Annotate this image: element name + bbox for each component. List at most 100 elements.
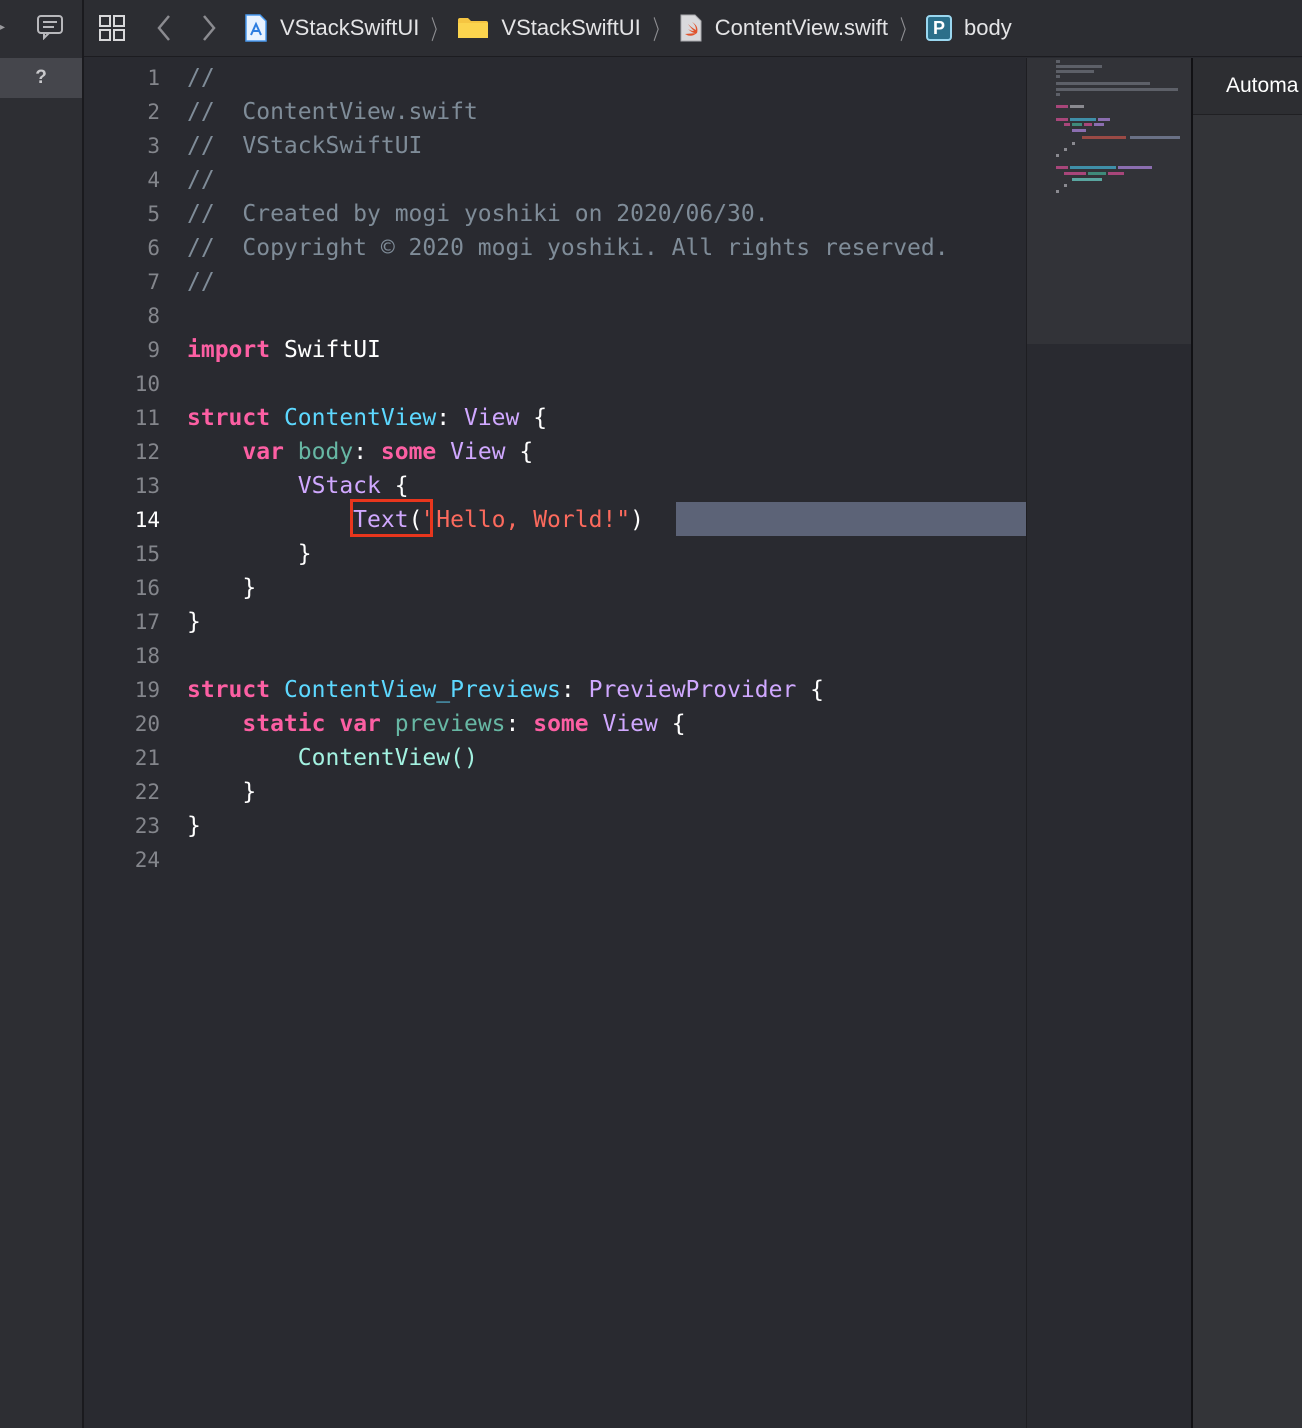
swift-file-icon [679,14,703,42]
comment-icon[interactable] [36,14,64,45]
breadcrumb-label: body [964,15,1012,40]
code-line-21: ContentView() [187,738,1027,772]
keyword: var [339,711,381,737]
initializer-call: ContentView() [297,745,478,771]
type-reference: View [463,405,520,431]
line-number: 7 [147,270,160,294]
line-number: 3 [147,134,160,158]
minimap-line [1072,123,1082,126]
comment-text: // ContentView.swift [187,99,478,125]
breadcrumb-separator: 〉 [899,14,915,45]
line-number-gutter: 1 2 3 4 5 6 7 8 9 10 11 12 13 14 15 16 17 18 19 20 21 22 23 24 [84,58,168,874]
code-line-7: // [187,262,1027,296]
breadcrumb-label: VStackSwiftUI [501,15,641,40]
minimap-line [1108,172,1124,175]
code-line-14: Text("Hello, World!") [353,507,644,533]
minimap-line [1064,172,1086,175]
minimap-line [1072,178,1102,181]
property-icon: P [926,15,953,41]
minimap-line [1056,93,1060,96]
comment-text: // Created by mogi yoshiki on 2020/06/30… [187,201,769,227]
minimap-line [1056,88,1178,91]
minimap-line [1088,172,1106,175]
type-reference: View [450,439,506,465]
code-line-12: var body: some View { [242,439,534,465]
help-button[interactable]: ? [0,58,82,98]
line-number: 1 [147,66,160,90]
line-number: 2 [147,100,160,124]
breadcrumb: VStackSwiftUI 〉 VStackSwiftUI 〉 ContentV… [244,0,1012,56]
type-declaration: ContentView_Previews [283,677,561,703]
code-line-5: // Created by mogi yoshiki on 2020/06/30… [187,194,1027,228]
minimap-line [1098,118,1110,121]
automatic-preview-header[interactable]: Automa [1193,58,1302,115]
line-number: 12 [134,440,160,464]
forward-arrow-icon[interactable] [199,12,219,49]
minimap-line [1056,75,1060,78]
minimap-line [1056,65,1102,68]
breadcrumb-item-file[interactable]: ContentView.swift [679,14,888,42]
type-reference: View [602,711,658,737]
keyword: struct [187,405,271,431]
back-arrow-icon[interactable] [154,12,174,49]
module-name: SwiftUI [283,337,381,363]
minimap-line [1072,142,1075,145]
minimap-line [1064,184,1067,187]
expand-arrow-icon[interactable]: ▸ [0,22,5,33]
code-line-15: } [187,541,312,567]
minimap-line [1084,123,1092,126]
minimap-line [1056,166,1068,169]
type-reference: VStack [297,473,381,499]
minimap-line [1070,166,1116,169]
jump-bar: VStackSwiftUI 〉 VStackSwiftUI 〉 ContentV… [84,0,1302,57]
minimap[interactable] [1027,58,1192,344]
minimap-line [1094,123,1104,126]
line-number: 20 [134,712,160,736]
line-number: 6 [147,236,160,260]
type-declaration: ContentView [283,405,437,431]
code-line-19: struct ContentView_Previews: PreviewProv… [187,677,825,703]
line-number: 24 [134,848,160,872]
keyword: import [187,337,271,363]
folder-icon [457,16,489,40]
minimap-line [1056,105,1068,108]
minimap-line [1130,136,1180,139]
related-items-grid-icon[interactable] [98,14,126,47]
code-line-2: // ContentView.swift [187,92,1027,126]
minimap-line [1056,190,1059,193]
line-number: 9 [147,338,160,362]
minimap-line [1118,166,1152,169]
line-number: 11 [134,406,160,430]
annotation-highlight-box [350,499,433,537]
minimap-line [1056,82,1150,85]
code-line-4: // [187,160,1027,194]
code-line-16: } [187,575,257,601]
minimap-line [1070,105,1084,108]
string-literal: "Hello, World!" [422,507,631,533]
code-line-13: VStack { [297,473,409,499]
property-name: previews [394,711,506,737]
code-line-22: } [187,779,257,805]
source-editor[interactable]: // // ContentView.swift // VStack SwiftUI… [187,58,1027,874]
line-number: 10 [134,372,160,396]
breadcrumb-label: ContentView.swift [714,15,889,40]
keyword: static [242,711,326,737]
line-number: 22 [134,780,160,804]
breadcrumb-item-symbol[interactable]: P body [926,15,1012,41]
keyword: var [242,439,284,465]
breadcrumb-item-project[interactable]: VStackSwiftUI [244,14,419,42]
line-number: 16 [134,576,160,600]
breadcrumb-item-folder[interactable]: VStackSwiftUI [457,15,641,41]
comment-text: // [187,167,215,193]
keyword: some [533,711,589,737]
minimap-line [1072,129,1086,132]
line-number: 17 [134,610,160,634]
line-number: 4 [147,168,160,192]
line-number: 18 [134,644,160,668]
line-number: 8 [147,304,160,328]
comment-text: // [187,65,215,91]
type-reference: PreviewProvider [588,677,797,703]
